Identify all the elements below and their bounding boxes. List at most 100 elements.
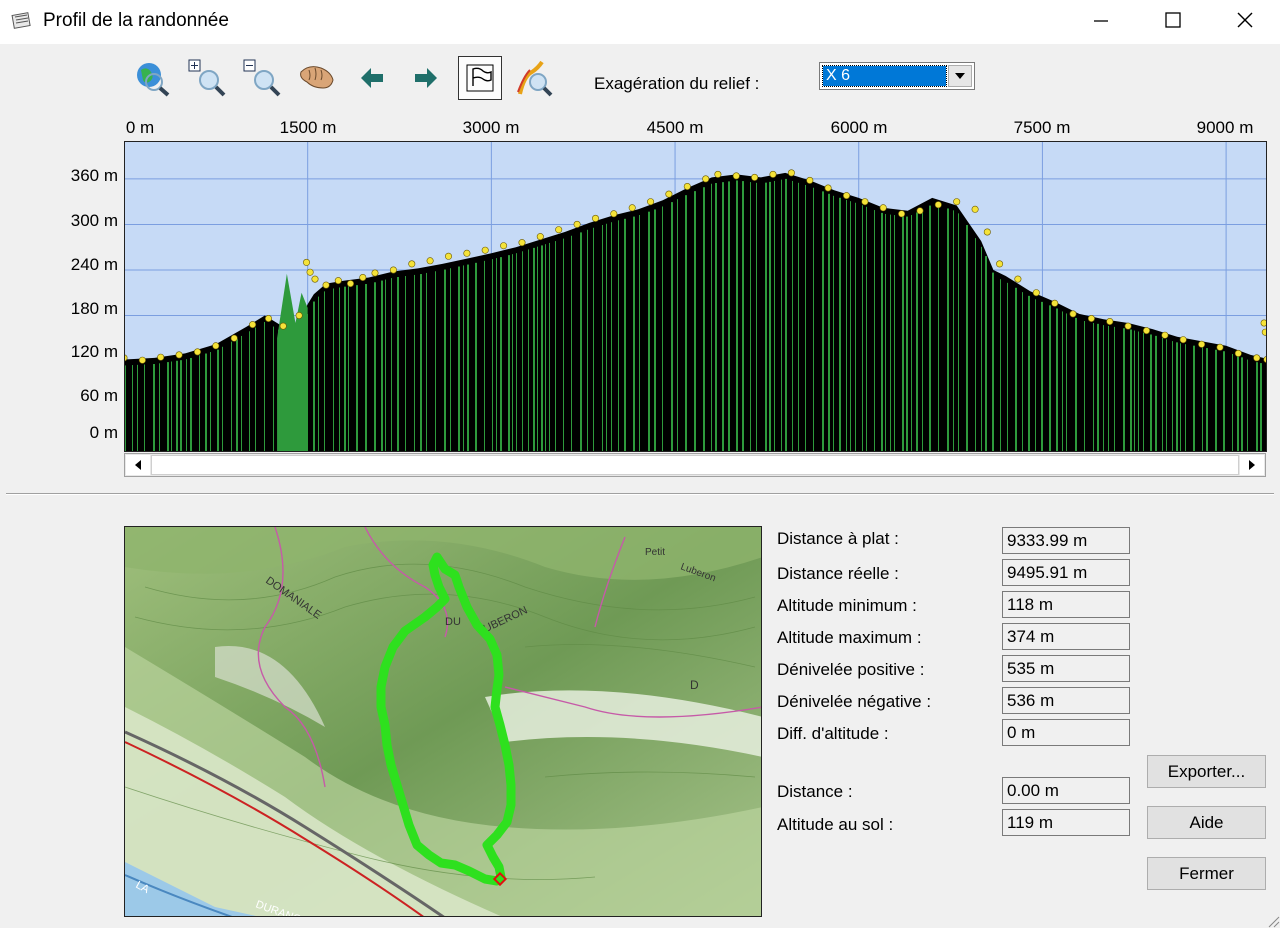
stat-label-flat-distance: Distance à plat :: [777, 529, 899, 548]
x-tick-label: 6000 m: [830, 118, 888, 137]
profile-bar: [1022, 292, 1023, 452]
profile-marker: [295, 312, 303, 320]
profile-bar: [249, 331, 250, 452]
profile-marker: [230, 334, 238, 342]
relief-dropdown-button[interactable]: [948, 65, 972, 87]
stat-label-negative-gain: Dénivelée négative :: [777, 692, 932, 711]
profile-bar: [587, 229, 588, 452]
cursor-altitude-value: 119 m: [1002, 809, 1130, 836]
close-dialog-button[interactable]: Fermer: [1147, 857, 1266, 890]
profile-bar: [648, 211, 650, 452]
profile-bar: [966, 225, 968, 452]
profile-bar: [611, 222, 612, 452]
profile-marker: [806, 176, 814, 184]
map-label: D: [690, 678, 699, 692]
profile-bar: [846, 199, 847, 452]
relief-select[interactable]: X 6: [819, 62, 975, 90]
profile-marker: [934, 201, 942, 209]
path-zoom-button[interactable]: [512, 56, 556, 100]
profile-bar: [496, 258, 497, 452]
zoom-in-button[interactable]: [185, 56, 229, 100]
help-button[interactable]: Aide: [1147, 806, 1266, 839]
cursor-distance-value: 0.00 m: [1002, 777, 1130, 804]
profile-bar: [571, 235, 572, 452]
profile-marker: [481, 246, 489, 254]
close-button[interactable]: [1210, 0, 1280, 40]
profile-bar: [236, 338, 238, 452]
relief-label: Exagération du relief :: [594, 74, 760, 93]
stat-label-altitude-diff: Diff. d'altitude :: [777, 724, 889, 743]
profile-bar: [385, 279, 386, 452]
profile-bar: [703, 187, 705, 452]
profile-bar: [855, 202, 856, 452]
profile-bar: [549, 242, 550, 452]
topographic-map: DOMANIALE DU LUBERON Petit Luberon D LA …: [125, 527, 761, 916]
scroll-left-button[interactable]: [126, 455, 150, 475]
profile-marker: [683, 182, 691, 190]
profile-bar: [144, 364, 145, 452]
profile-bar: [781, 179, 782, 452]
profile-bar: [580, 232, 582, 452]
pan-hand-button[interactable]: [295, 56, 339, 100]
profile-bar: [522, 251, 523, 452]
profile-bar: [318, 296, 319, 452]
maximize-button[interactable]: [1138, 0, 1208, 40]
flag-icon: [466, 64, 494, 92]
profile-bar: [1260, 363, 1262, 452]
cursor-distance-label: Distance :: [777, 782, 853, 801]
scroll-right-button[interactable]: [1240, 455, 1264, 475]
profile-marker: [175, 351, 183, 359]
profile-marker: [1106, 318, 1114, 326]
profile-bar: [711, 183, 712, 452]
profile-marker: [518, 239, 526, 247]
profile-bar: [894, 215, 895, 452]
x-tick-label: 0 m: [125, 118, 155, 137]
profile-marker: [573, 220, 581, 228]
profile-bar: [874, 210, 875, 452]
chevron-left-icon: [135, 460, 141, 470]
profile-bar: [866, 206, 867, 452]
profile-bar: [1202, 347, 1203, 452]
profile-marker: [591, 214, 599, 222]
stat-value-positive-gain: 535 m: [1002, 655, 1130, 682]
x-tick-label: 1500 m: [279, 118, 337, 137]
profile-bar: [500, 257, 502, 452]
globe-zoom-button[interactable]: [130, 56, 174, 100]
profile-bar: [450, 268, 451, 452]
profile-scrollbar[interactable]: [124, 453, 1266, 477]
resize-grip-icon[interactable]: [1266, 914, 1280, 928]
profile-marker: [898, 210, 906, 218]
profile-bar: [391, 278, 392, 452]
profile-marker: [983, 228, 991, 236]
profile-bar: [822, 191, 824, 452]
profile-bar: [1108, 325, 1109, 452]
profile-bar: [1180, 343, 1181, 452]
profile-bar: [356, 285, 358, 452]
profile-bar: [463, 265, 464, 452]
profile-marker: [311, 275, 319, 283]
profile-bar: [828, 193, 830, 452]
profile-bar: [769, 181, 771, 452]
profile-bar: [750, 182, 751, 452]
profile-bar: [958, 213, 959, 452]
elevation-profile-chart[interactable]: [124, 141, 1267, 452]
profile-bar: [171, 361, 172, 452]
route-map[interactable]: DOMANIALE DU LUBERON Petit Luberon D LA …: [124, 526, 762, 917]
profile-bar: [458, 266, 460, 452]
next-button[interactable]: [404, 56, 448, 100]
minimize-button[interactable]: [1066, 0, 1136, 40]
profile-marker: [212, 342, 220, 350]
flag-button[interactable]: [458, 56, 502, 100]
scroll-thumb[interactable]: [151, 455, 1239, 475]
zoom-out-button[interactable]: [240, 56, 284, 100]
separator: [6, 493, 1274, 495]
maximize-icon: [1165, 12, 1181, 28]
previous-button[interactable]: [350, 56, 394, 100]
path-zoom-icon: [517, 60, 553, 97]
profile-bar: [1176, 342, 1178, 452]
export-button[interactable]: Exporter...: [1147, 755, 1266, 788]
profile-bar: [1056, 308, 1058, 452]
profile-marker: [347, 280, 355, 288]
profile-bar: [199, 355, 200, 452]
profile-bar: [1143, 332, 1144, 452]
